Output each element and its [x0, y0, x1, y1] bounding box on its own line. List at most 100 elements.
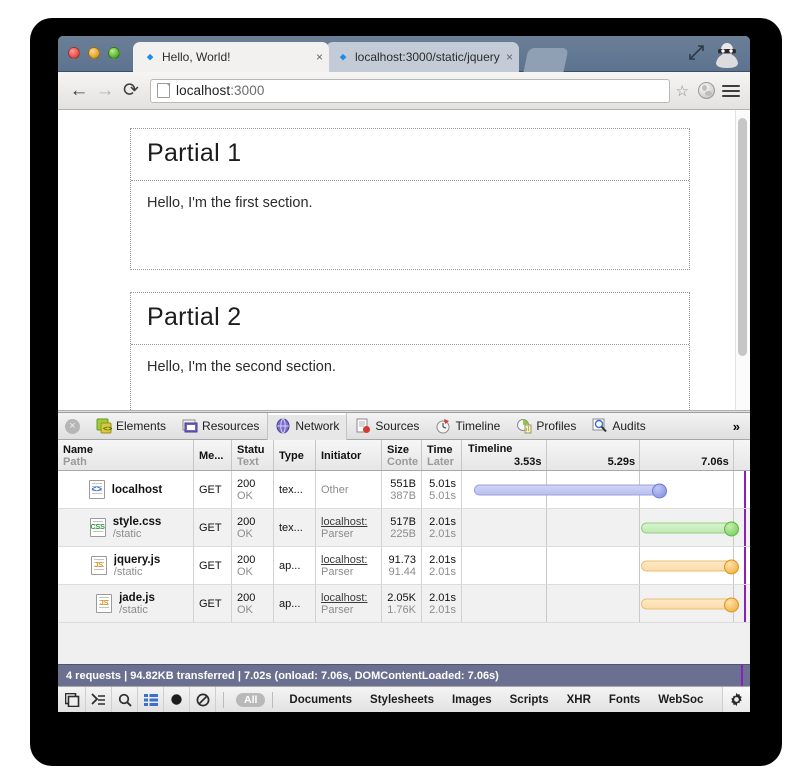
request-timeline-cell	[462, 509, 750, 547]
sources-icon	[355, 418, 371, 434]
filter-stylesheets[interactable]: Stylesheets	[361, 694, 443, 706]
window-close-button[interactable]	[68, 47, 80, 59]
filter-scripts[interactable]: Scripts	[501, 694, 558, 706]
devtools-close-icon[interactable]: ×	[65, 418, 80, 434]
request-time: 2.01s 2.01s	[422, 585, 462, 623]
devtools-tab-timeline[interactable]: Timeline	[427, 413, 508, 440]
filter-fonts[interactable]: Fonts	[600, 694, 649, 706]
request-time: 2.01s 2.01s	[422, 509, 462, 547]
column-header-name[interactable]: Name Path	[58, 440, 194, 470]
devtools-tab-network[interactable]: Network	[267, 412, 348, 440]
request-time: 5.01s 5.01s	[422, 471, 462, 509]
filter-images[interactable]: Images	[443, 694, 501, 706]
browser-tab-jquery[interactable]: ◆ localhost:3000/static/jquery ×	[326, 42, 519, 72]
network-request-row[interactable]: JS jade.js/static GET 200 OK ap... localhost: P…	[58, 585, 750, 623]
browser-tab-hello-world[interactable]: ◆ Hello, World! ×	[133, 42, 329, 72]
incognito-icon	[712, 41, 742, 69]
onload-event-line	[744, 547, 747, 584]
tab-favicon-icon: ◆	[146, 52, 154, 64]
partial-2-body: Hello, I'm the second section.	[147, 359, 336, 375]
request-timeline-cell	[462, 547, 750, 585]
network-request-row[interactable]: CSS style.css/static GET 200 OK tex... localho…	[58, 509, 750, 547]
devtools-tab-label: Sources	[375, 419, 420, 433]
onload-event-line	[744, 585, 747, 622]
request-name-cell[interactable]: JS jquery.js/static	[58, 547, 194, 585]
tab-close-icon[interactable]: ×	[316, 51, 323, 63]
request-name-cell[interactable]: <> localhost	[58, 471, 194, 509]
column-header-time[interactable]: Time Later	[422, 440, 462, 470]
devtools-tab-resources[interactable]: Resources	[174, 413, 267, 440]
onload-event-line	[741, 665, 743, 686]
clear-icon[interactable]	[190, 687, 216, 712]
timeline-tick: 3.53s	[513, 456, 542, 468]
partial-2-panel: Partial 2 Hello, I'm the second section.	[130, 292, 690, 410]
window-maximize-button[interactable]	[108, 47, 120, 59]
devtools-tab-label: Profiles	[536, 419, 577, 433]
network-request-row[interactable]: <> localhost GET 200 OK tex... Other 551B 387B 5.…	[58, 471, 750, 509]
filter-xhr[interactable]: XHR	[558, 694, 600, 706]
gear-icon[interactable]	[722, 687, 750, 712]
back-button[interactable]: ←	[66, 78, 92, 104]
devtools-tab-label: Elements	[116, 419, 167, 433]
timeline-tick: 5.29s	[607, 456, 636, 468]
request-initiator[interactable]: localhost: Parser	[316, 585, 382, 623]
column-header-timeline[interactable]: Timeline 3.53s 5.29s 7.06s	[462, 440, 750, 470]
bookmark-star-icon[interactable]: ☆	[676, 82, 689, 100]
dock-icon[interactable]	[60, 687, 86, 712]
request-initiator[interactable]: localhost: Parser	[316, 509, 382, 547]
request-name-cell[interactable]: JS jade.js/static	[58, 585, 194, 623]
column-header-size[interactable]: Size Contе	[382, 440, 422, 470]
devtools-tab-profiles[interactable]: Profiles	[508, 413, 584, 440]
chrome-menu-icon[interactable]	[722, 82, 740, 100]
reload-button[interactable]: ⟳	[118, 78, 144, 104]
request-name: jade.js	[119, 591, 155, 604]
devtools-tab-audits[interactable]: Audits	[584, 413, 653, 440]
column-header-initiator[interactable]: Initiator	[316, 440, 382, 470]
js-file-icon: JS	[90, 556, 107, 575]
request-initiator: Other	[316, 471, 382, 509]
forward-button[interactable]: →	[92, 78, 118, 104]
address-bar[interactable]: localhost:3000	[150, 78, 670, 103]
network-summary-bar: 4 requests | 94.82KB transferred | 7.02s…	[58, 664, 750, 686]
page-document-icon	[157, 83, 170, 98]
window-minimize-button[interactable]	[88, 47, 100, 59]
tab-title: localhost:3000/static/jquery	[355, 50, 500, 64]
filter-websockets[interactable]: WebSoc	[649, 694, 712, 706]
request-size: 2.05K 1.76K	[382, 585, 422, 623]
request-path: /static	[113, 565, 143, 578]
partial-2-header: Partial 2	[131, 293, 689, 345]
partial-1-header: Partial 1	[131, 129, 689, 181]
filter-all-button[interactable]: All	[236, 692, 266, 707]
request-timeline-cell	[462, 471, 750, 509]
address-bar-text: localhost:3000	[176, 83, 265, 98]
tab-close-icon[interactable]: ×	[506, 51, 513, 63]
request-path: /static	[119, 603, 148, 616]
request-name-cell[interactable]: CSS style.css/static	[58, 509, 194, 547]
globe-icon[interactable]	[698, 82, 715, 99]
console-icon[interactable]	[86, 687, 112, 712]
request-initiator[interactable]: localhost: Parser	[316, 547, 382, 585]
timeline-tick: 7.06s	[701, 456, 729, 468]
network-request-rows: <> localhost GET 200 OK tex... Other 551B 387B 5.…	[58, 471, 750, 664]
devtools-tab-elements[interactable]: <> Elements	[88, 413, 174, 440]
fullscreen-icon[interactable]	[689, 45, 704, 60]
devtools-tab-overflow[interactable]: »	[723, 419, 750, 434]
network-request-row[interactable]: JS jquery.js/static GET 200 OK ap... localhost…	[58, 547, 750, 585]
column-header-type[interactable]: Type	[274, 440, 316, 470]
tab-title: Hello, World!	[162, 50, 231, 64]
new-tab-button[interactable]	[523, 48, 569, 72]
search-icon[interactable]	[112, 687, 138, 712]
html-file-icon: <>	[88, 480, 105, 499]
network-table: Name Path Me... Statu Text Type Initiato…	[58, 440, 750, 664]
network-summary-text: 4 requests | 94.82KB transferred | 7.02s…	[66, 669, 499, 682]
column-header-status[interactable]: Statu Text	[232, 440, 274, 470]
css-file-icon: CSS	[89, 518, 106, 537]
record-icon[interactable]	[164, 687, 190, 712]
devtools-tab-sources[interactable]: Sources	[347, 413, 427, 440]
browser-tab-strip: ◆ Hello, World! × ◆ localhost:3000/stati…	[58, 36, 750, 72]
request-method: GET	[194, 547, 232, 585]
filter-documents[interactable]: Documents	[280, 694, 361, 706]
list-view-icon[interactable]	[138, 687, 164, 712]
column-header-method[interactable]: Me...	[194, 440, 232, 470]
page-scrollbar-thumb[interactable]	[738, 118, 747, 356]
